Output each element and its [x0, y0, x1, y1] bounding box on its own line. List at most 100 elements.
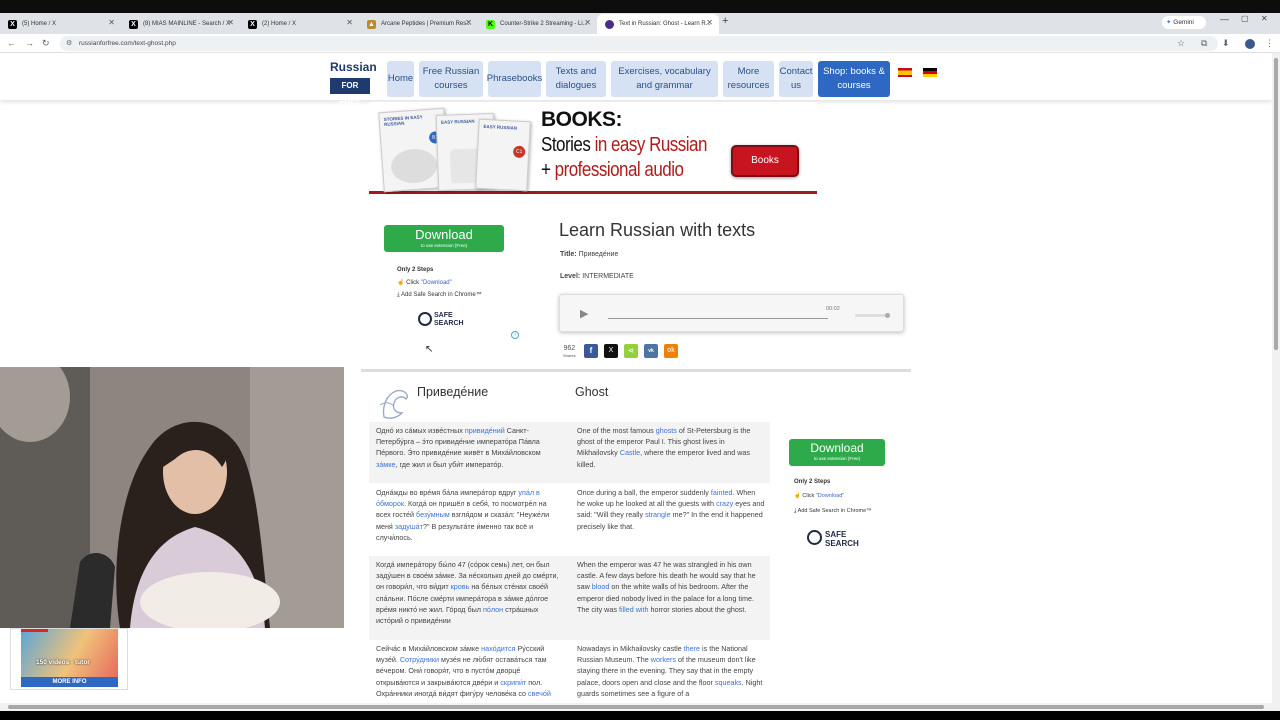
volume-knob[interactable]: [885, 313, 890, 318]
title-label: Title:: [560, 251, 577, 258]
tab-title: Counter-Strike 2 Streaming - Li...: [500, 21, 588, 27]
odnoklassniki-share-icon[interactable]: ok: [664, 344, 678, 358]
book-label: EASY RUSSIAN: [483, 123, 518, 131]
tab-arcane[interactable]: ▲ Arcane Peptides | Premium Res... ✕: [359, 14, 478, 34]
german-flag-icon[interactable]: [923, 68, 937, 77]
cursor-icon: ☝: [794, 493, 801, 499]
close-icon[interactable]: ✕: [346, 18, 353, 27]
tab-kick[interactable]: K Counter-Strike 2 Streaming - Li... ✕: [478, 14, 597, 34]
forward-icon[interactable]: →: [25, 37, 34, 49]
x-share-icon[interactable]: X: [604, 344, 618, 358]
vocabulary-link[interactable]: blood: [592, 582, 610, 591]
paragraph-text: Сейча́с в Миха́йловском за́мке: [376, 644, 482, 653]
screen: X (5) Home / X ✕ X (8) MIAS MAINLINE - S…: [0, 0, 1280, 720]
vocabulary-link[interactable]: нахо́дится: [481, 644, 515, 653]
vocabulary-link[interactable]: ghosts: [656, 426, 677, 435]
brand-top: SAFE: [434, 312, 453, 319]
step-text: Add Safe Search in Chrome™: [797, 508, 872, 514]
download-button-right[interactable]: Download to use extension (Free): [789, 439, 885, 466]
step-link[interactable]: "Download": [816, 493, 844, 499]
nav-shop[interactable]: Shop: books & courses: [818, 61, 890, 97]
vocabulary-link[interactable]: fainted: [711, 488, 733, 497]
ad-info-icon[interactable]: i: [511, 331, 519, 339]
profile-avatar[interactable]: [1245, 39, 1255, 49]
nav-texts-dialogues[interactable]: Texts and dialogues: [546, 61, 606, 97]
close-icon[interactable]: ✕: [465, 18, 472, 27]
menu-icon[interactable]: ⋮: [1265, 37, 1274, 49]
tab-x-search[interactable]: X (8) MIAS MAINLINE - Search / X ✕: [121, 14, 240, 34]
more-info-button[interactable]: MORE INFO: [21, 677, 118, 687]
gemini-button[interactable]: ✦ Gemini: [1162, 16, 1206, 29]
bookmark-star-icon[interactable]: ☆: [1177, 37, 1185, 49]
russian-column-title: Приведе́ние: [417, 385, 489, 399]
close-icon[interactable]: ✕: [227, 18, 234, 27]
downloads-icon[interactable]: ⬇: [1222, 37, 1230, 49]
nav-more-resources[interactable]: More resources: [723, 61, 774, 97]
vocabulary-link[interactable]: workers: [651, 655, 676, 664]
vocabulary-link[interactable]: скрипи́т: [500, 678, 526, 687]
books-button[interactable]: Books: [731, 145, 799, 177]
cast-icon[interactable]: ⧉: [1201, 37, 1207, 49]
vocabulary-link[interactable]: squeaks: [715, 678, 742, 687]
vocabulary-link[interactable]: кровь: [451, 582, 470, 591]
site-info-icon[interactable]: ⚙: [66, 36, 72, 51]
promo-widget[interactable]: 150 videos - tutor MORE INFO: [10, 628, 128, 690]
back-icon[interactable]: ←: [7, 37, 16, 49]
vocabulary-link[interactable]: свечо́й: [528, 689, 551, 698]
vertical-scroll-thumb[interactable]: [1274, 58, 1278, 350]
vocabulary-link[interactable]: Сотру́дники: [400, 655, 439, 664]
close-icon[interactable]: ✕: [584, 18, 591, 27]
nav-phrasebooks[interactable]: Phrasebooks: [487, 61, 542, 97]
vocabulary-link[interactable]: Castle: [620, 448, 640, 457]
site-logo[interactable]: Russian FOR FREE: [330, 57, 377, 106]
download-button[interactable]: Download to use extension (Free): [384, 225, 504, 252]
vocabulary-link[interactable]: за́мке: [376, 460, 395, 469]
ghost-icon: [376, 385, 412, 421]
reload-icon[interactable]: ↻: [42, 37, 50, 49]
vocabulary-link[interactable]: strangle: [645, 510, 671, 519]
tab-active-site[interactable]: Text in Russian: Ghost - Learn R... ✕: [597, 14, 719, 34]
vocabulary-link[interactable]: there: [684, 644, 700, 653]
banner-text: +: [541, 159, 555, 181]
vocabulary-link[interactable]: задуша́т: [395, 522, 423, 531]
spanish-flag-icon[interactable]: [898, 68, 912, 77]
steps-title: Only 2 Steps: [397, 267, 434, 273]
vocabulary-link[interactable]: filled with: [619, 605, 649, 614]
nav-contact[interactable]: Contact us: [779, 61, 813, 97]
vocabulary-link[interactable]: безу́мным: [416, 510, 450, 519]
vocabulary-link[interactable]: привиде́ний: [465, 426, 505, 435]
section-divider: [361, 369, 911, 372]
tab-x-home-1[interactable]: X (5) Home / X ✕: [0, 14, 121, 34]
tab-x-home-2[interactable]: X (2) Home / X ✕: [240, 14, 359, 34]
step-link[interactable]: "Download": [421, 280, 452, 286]
safe-search-brand: SAFE SEARCH: [434, 312, 464, 328]
vk-share-icon[interactable]: vk: [644, 344, 658, 358]
minimize-icon[interactable]: —: [1220, 14, 1229, 24]
horizontal-scroll-thumb[interactable]: [8, 705, 1264, 709]
english-column-title: Ghost: [575, 385, 609, 399]
close-icon[interactable]: ✕: [706, 18, 713, 27]
nav-free-courses[interactable]: Free Russian courses: [419, 61, 483, 97]
nav-home[interactable]: Home: [387, 61, 414, 97]
vocabulary-link[interactable]: crazy: [716, 499, 733, 508]
vocabulary-link[interactable]: по́лон: [483, 605, 503, 614]
new-tab-button[interactable]: +: [722, 15, 728, 27]
audio-progress-bar[interactable]: [608, 318, 828, 319]
brand-top: SAFE: [825, 530, 847, 539]
facebook-share-icon[interactable]: f: [584, 344, 598, 358]
level-label: Level:: [560, 273, 581, 280]
address-bar[interactable]: ⚙ russianforfree.com/text-ghost.php: [60, 36, 1218, 51]
volume-slider[interactable]: [855, 314, 889, 317]
safe-search-logo-icon: [807, 530, 822, 545]
sharethis-icon[interactable]: ⋖: [624, 344, 638, 358]
nav-exercises[interactable]: Exercises, vocabulary and grammar: [611, 61, 718, 97]
books-banner[interactable]: STORIES IN EASY RUSSIAN B1 EASY RUSSIAN …: [369, 102, 817, 194]
play-icon[interactable]: ▶: [580, 307, 588, 320]
gemini-label: Gemini: [1173, 19, 1194, 26]
lesson-title-row: Title: Приведе́ние: [560, 251, 618, 258]
close-icon[interactable]: ✕: [108, 18, 115, 27]
window-close-icon[interactable]: ✕: [1261, 14, 1268, 23]
paragraph-ru-3: Когда́ импера́тору бы́ло 47 (со́рок семь…: [376, 559, 561, 626]
maximize-icon[interactable]: ▢: [1241, 14, 1249, 23]
tab-title: (2) Home / X: [262, 21, 297, 27]
